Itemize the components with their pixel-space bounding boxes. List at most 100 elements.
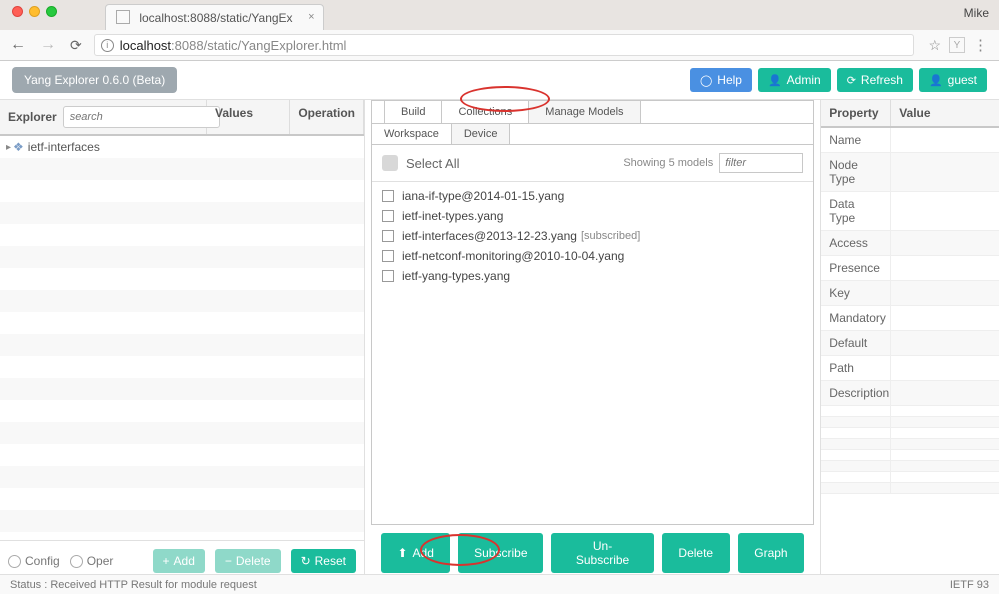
property-value [891,231,999,255]
property-value [891,331,999,355]
property-name: Key [821,281,891,305]
property-name: Access [821,231,891,255]
minus-icon: − [225,554,232,568]
tab-manage-models[interactable]: Manage Models [529,101,640,123]
tree-node-label: ietf-interfaces [28,140,100,154]
browser-menu-icon[interactable]: ⋮ [973,36,987,54]
delete-model-button[interactable]: Delete [662,533,730,573]
col-explorer: Explorer [8,110,57,124]
app-title: Yang Explorer 0.6.0 (Beta) [12,67,177,93]
tree-node[interactable]: ▸ ❖ ietf-interfaces [0,136,364,158]
property-value [891,128,999,152]
sub-tabs: Workspace Device [372,124,813,145]
site-info-icon[interactable]: i [101,39,114,52]
property-name: Default [821,331,891,355]
unsubscribe-button[interactable]: Un-Subscribe [551,533,654,573]
property-row: Presence [821,256,999,281]
col-property: Property [821,100,891,126]
checkbox-icon[interactable] [382,230,394,242]
property-row: Description [821,381,999,406]
search-input[interactable] [63,106,220,128]
property-row: Node Type [821,153,999,192]
property-value [891,306,999,330]
guest-button[interactable]: 👤guest [919,68,987,92]
refresh-icon: ⟳ [847,74,856,87]
window-controls [8,0,65,17]
property-row: Default [821,331,999,356]
extension-icon[interactable]: Y [949,37,965,53]
tab-workspace[interactable]: Workspace [372,124,452,144]
reset-button[interactable]: ↻Reset [291,549,356,573]
url-host: localhost [120,38,171,53]
subscribe-button[interactable]: Subscribe [458,533,543,573]
checkbox-icon[interactable] [382,210,394,222]
select-all-checkbox[interactable] [382,155,398,171]
tab-collections[interactable]: Collections [442,101,529,123]
user-icon: 👤 [768,74,782,87]
property-row: Mandatory [821,306,999,331]
select-all-label: Select All [406,156,459,171]
checkbox-icon[interactable] [382,270,394,282]
bookmark-icon[interactable]: ☆ [928,37,941,54]
help-button[interactable]: ◯Help [690,68,752,92]
tab-build[interactable]: Build [384,101,442,123]
github-icon: ◯ [700,74,712,87]
app-header: Yang Explorer 0.6.0 (Beta) ◯Help 👤Admin … [0,61,999,99]
status-text: Status : Received HTTP Result for module… [10,579,257,591]
model-list: iana-if-type@2014-01-15.yang ietf-inet-t… [372,182,813,524]
add-model-button[interactable]: ⬆Add [381,533,450,573]
address-bar[interactable]: i localhost:8088/static/YangExplorer.htm… [94,34,915,56]
model-row[interactable]: ietf-inet-types.yang [382,206,803,226]
property-name: Data Type [821,192,891,230]
forward-icon[interactable]: → [38,36,58,54]
refresh-button[interactable]: ⟳Refresh [837,68,913,92]
property-row: Key [821,281,999,306]
tab-close-icon[interactable]: × [308,11,314,23]
graph-button[interactable]: Graph [738,533,805,573]
property-name: Presence [821,256,891,280]
maximize-window-icon[interactable] [46,6,57,17]
minimize-window-icon[interactable] [29,6,40,17]
browser-tab[interactable]: localhost:8088/static/YangEx × [105,4,324,30]
add-button[interactable]: +Add [153,549,205,573]
browser-chrome: localhost:8088/static/YangEx × Mike ← → … [0,0,999,61]
oper-radio[interactable]: Oper [70,554,114,568]
col-values: Values [207,100,290,134]
main-tabs: Build Collections Manage Models [372,101,813,124]
col-operation: Operation [290,100,364,134]
checkbox-icon[interactable] [382,250,394,262]
model-row[interactable]: ietf-interfaces@2013-12-23.yang[subscrib… [382,226,803,246]
url-path: /static/YangExplorer.html [204,38,347,53]
config-radio[interactable]: Config [8,554,60,568]
upload-icon: ⬆ [397,546,407,560]
filter-input[interactable] [719,153,803,173]
back-icon[interactable]: ← [8,36,28,54]
property-panel: Property Value NameNode TypeData TypeAcc… [821,100,999,581]
checkbox-icon[interactable] [382,190,394,202]
model-row[interactable]: ietf-yang-types.yang [382,266,803,286]
model-row[interactable]: iana-if-type@2014-01-15.yang [382,186,803,206]
chevron-right-icon[interactable]: ▸ [6,142,11,153]
url-port: :8088 [171,38,204,53]
tree-body: ▸ ❖ ietf-interfaces [0,136,364,540]
property-row: Name [821,128,999,153]
property-value [891,281,999,305]
browser-user: Mike [964,6,989,20]
reload-icon[interactable]: ⟳ [68,37,84,54]
property-value [891,356,999,380]
tab-device[interactable]: Device [452,124,511,144]
property-value [891,192,999,230]
user-icon: 👤 [929,74,943,87]
property-row: Data Type [821,192,999,231]
close-window-icon[interactable] [12,6,23,17]
property-row: Path [821,356,999,381]
admin-button[interactable]: 👤Admin [758,68,831,92]
property-row: Access [821,231,999,256]
property-value [891,381,999,405]
delete-button[interactable]: −Delete [215,549,281,573]
col-value: Value [891,100,999,126]
property-value [891,256,999,280]
property-name: Name [821,128,891,152]
model-row[interactable]: ietf-netconf-monitoring@2010-10-04.yang [382,246,803,266]
center-panel: Build Collections Manage Models Workspac… [365,100,821,581]
